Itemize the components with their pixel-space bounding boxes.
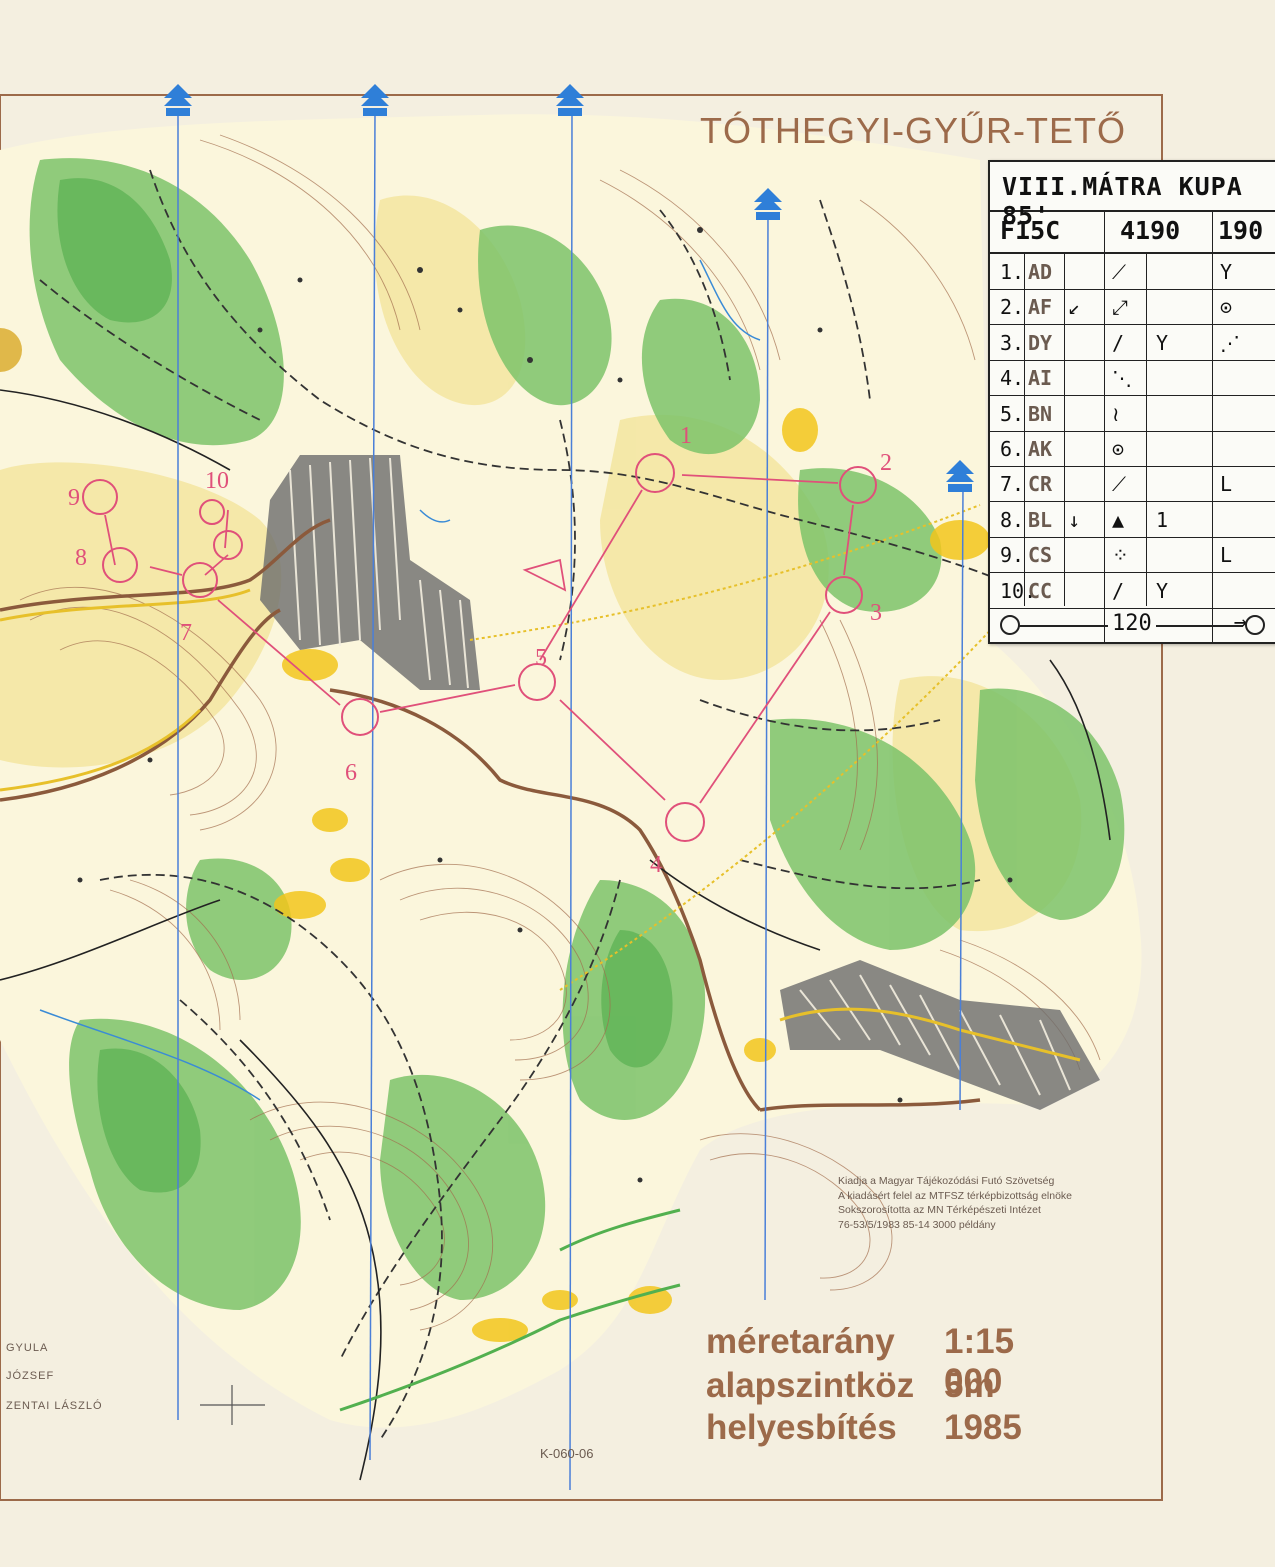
control-row: 7. CR ⟋ L — [990, 466, 1275, 503]
control-n: 9. — [1000, 543, 1025, 568]
card-event-row: VIII.MÁTRA KUPA 85' — [990, 162, 1275, 230]
contour-interval-row: alapszintköz 5m — [706, 1366, 995, 1405]
control-row: 3. DY / Y ⋰ — [990, 325, 1275, 361]
svg-text:9: 9 — [68, 485, 80, 511]
control-s1: ⁘ — [1112, 543, 1129, 568]
credit-line: ZENTAI LÁSZLÓ — [6, 1400, 103, 1412]
svg-text:7: 7 — [180, 620, 192, 646]
svg-text:5: 5 — [535, 645, 547, 671]
control-row: 1. AD ⟋ Y — [990, 254, 1275, 290]
cross-marker — [200, 1385, 265, 1425]
card-class-row: F15C 4190 190 — [990, 212, 1275, 254]
svg-text:3: 3 — [870, 600, 882, 626]
control-code: CC — [1028, 578, 1053, 603]
control-row: 6. AK ⊙ — [990, 431, 1275, 467]
finish-circle-icon — [1245, 615, 1265, 635]
control-s3: L — [1220, 543, 1233, 568]
control-row: 4. AI ⋱ — [990, 360, 1275, 397]
svg-text:6: 6 — [345, 760, 357, 786]
course-climb: 190 — [1218, 216, 1264, 245]
control-s1: / — [1112, 578, 1125, 603]
control-code: CS — [1028, 543, 1053, 568]
finish-row: 120 → — [990, 608, 1275, 642]
control-s2: Y — [1156, 578, 1169, 603]
svg-text:8: 8 — [75, 545, 87, 571]
scale-row: méretarány 1:15 000 — [706, 1322, 1015, 1401]
credit-line: JÓZSEF — [6, 1370, 55, 1382]
control-row: 8. BL ↓ ▲ 1 — [990, 502, 1275, 538]
svg-text:2: 2 — [880, 450, 892, 476]
credit-line: GYULA — [6, 1342, 49, 1354]
svg-text:1: 1 — [680, 423, 692, 449]
control-row: 2. AF ↙ ⤢ ⊙ — [990, 289, 1275, 326]
control-row: 9. CS ⁘ L — [990, 537, 1275, 574]
svg-text:4: 4 — [650, 852, 662, 878]
control-row: 5. BN ≀ — [990, 396, 1275, 432]
start-circle-icon — [1000, 615, 1020, 635]
map-title: TÓTHEGYI-GYŰR-TETŐ — [700, 110, 1126, 151]
publisher-info: Kiadja a Magyar Tájékozódási Futó Szövet… — [838, 1175, 1073, 1231]
finish-distance: 120 — [1108, 611, 1156, 636]
control-row: 10. CC / Y — [990, 573, 1275, 609]
map-code: K-060-06 — [540, 1446, 594, 1461]
course-length: 4190 — [1120, 216, 1181, 245]
revision-row: helyesbítés 1985 — [706, 1408, 1022, 1447]
course-class: F15C — [1000, 216, 1061, 245]
svg-text:10: 10 — [205, 468, 229, 494]
control-description-card: VIII.MÁTRA KUPA 85' F15C 4190 190 1. AD ⟋… — [988, 160, 1275, 644]
